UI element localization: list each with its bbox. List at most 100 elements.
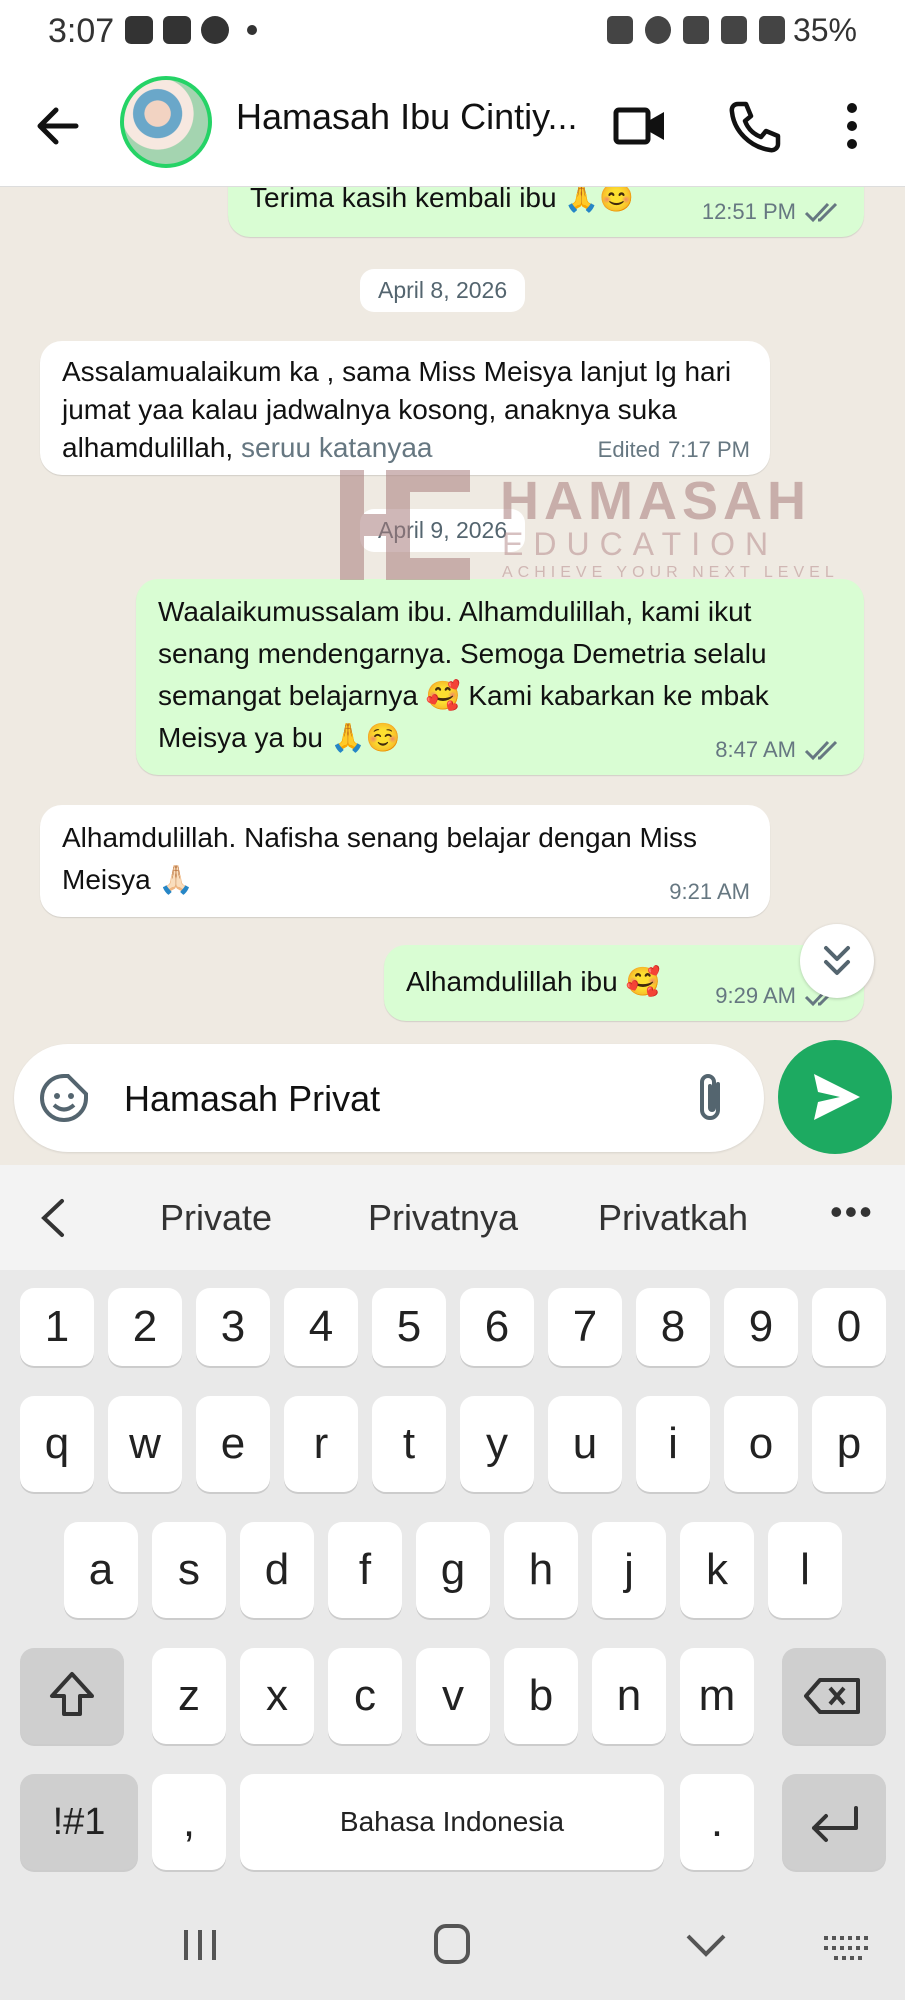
message-text: Terima kasih kembali ibu 🙏😊 — [250, 187, 635, 213]
system-icons — [607, 16, 785, 44]
key[interactable]: i — [636, 1396, 710, 1492]
key[interactable]: m — [680, 1648, 754, 1744]
message-text-tail: seruu katanyaa — [241, 432, 433, 463]
more-options-icon[interactable]: ••• — [830, 1191, 874, 1233]
shift-key[interactable] — [20, 1648, 124, 1744]
key[interactable]: x — [240, 1648, 314, 1744]
enter-icon — [812, 1806, 858, 1842]
message-outgoing[interactable]: Alhamdulillah ibu 🥰 9:29 AM — [384, 945, 864, 1021]
phone-icon[interactable] — [724, 96, 784, 156]
key[interactable]: d — [240, 1522, 314, 1618]
message-meta: Edited 7:17 PM — [598, 437, 750, 463]
scroll-down-icon — [824, 946, 850, 975]
more-vert-icon[interactable] — [820, 96, 884, 156]
keyboard-suggestion-bar: Private Privatnya Privatkah ••• — [0, 1165, 905, 1270]
status-bar: 3:07 35% — [0, 0, 905, 66]
key[interactable]: q — [20, 1396, 94, 1492]
scroll-down-button[interactable] — [800, 924, 874, 998]
key[interactable]: 3 — [196, 1288, 270, 1366]
message-input-value: Hamasah Privat — [124, 1078, 381, 1119]
home-icon[interactable] — [422, 1920, 482, 1970]
message-outgoing[interactable]: Terima kasih kembali ibu 🙏😊 12:51 PM — [228, 187, 864, 237]
mute-icon — [683, 16, 709, 44]
key[interactable]: j — [592, 1522, 666, 1618]
suggestion-word[interactable]: Privatkah — [598, 1197, 748, 1239]
key[interactable]: g — [416, 1522, 490, 1618]
key[interactable]: 8 — [636, 1288, 710, 1366]
backspace-key[interactable] — [782, 1648, 886, 1744]
message-time: 8:47 AM — [715, 737, 796, 762]
recents-icon[interactable] — [170, 1920, 230, 1970]
key[interactable]: 1 — [20, 1288, 94, 1366]
key[interactable]: c — [328, 1648, 402, 1744]
key[interactable]: 7 — [548, 1288, 622, 1366]
space-key[interactable]: Bahasa Indonesia — [240, 1774, 664, 1870]
message-input[interactable]: Hamasah Privat — [14, 1044, 764, 1152]
edited-label: Edited — [597, 437, 661, 462]
message-time: 9:21 AM — [669, 879, 750, 904]
key[interactable]: 9 — [724, 1288, 798, 1366]
system-navigation-bar — [0, 1890, 905, 2000]
double-check-icon — [804, 202, 838, 223]
gallery-icon — [125, 16, 153, 44]
chat-area[interactable]: Terima kasih kembali ibu 🙏😊 12:51 PM Apr… — [0, 187, 905, 1040]
key[interactable]: k — [680, 1522, 754, 1618]
notification-icons — [125, 16, 257, 44]
key[interactable]: w — [108, 1396, 182, 1492]
nav-back-icon[interactable] — [676, 1920, 736, 1970]
chat-title[interactable]: Hamasah Ibu Cintiy... — [236, 96, 586, 138]
back-arrow-icon[interactable] — [30, 94, 90, 158]
message-meta: 8:47 AM — [715, 737, 844, 763]
symbols-key[interactable]: !#1 — [20, 1774, 138, 1870]
message-incoming[interactable]: Alhamdulillah. Nafisha senang belajar de… — [40, 805, 770, 917]
key[interactable]: 2 — [108, 1288, 182, 1366]
message-incoming[interactable]: Assalamualaikum ka , sama Miss Meisya la… — [40, 341, 770, 475]
period-key[interactable]: . — [680, 1774, 754, 1870]
key[interactable]: v — [416, 1648, 490, 1744]
message-time: 9:29 AM — [715, 983, 796, 1008]
attach-icon[interactable] — [684, 1070, 738, 1126]
sticker-icon[interactable] — [36, 1070, 92, 1126]
key[interactable]: n — [592, 1648, 666, 1744]
watermark-subtitle: EDUCATION — [502, 526, 779, 562]
message-text: Waalaikumussalam ibu. Alhamdulillah, kam… — [158, 596, 769, 753]
key[interactable]: z — [152, 1648, 226, 1744]
key[interactable]: 0 — [812, 1288, 886, 1366]
alarm-icon — [645, 16, 671, 44]
key[interactable]: 4 — [284, 1288, 358, 1366]
key[interactable]: l — [768, 1522, 842, 1618]
keyboard-hide-icon[interactable] — [818, 1920, 878, 1970]
shift-icon — [50, 1672, 94, 1716]
comma-key[interactable]: , — [152, 1774, 226, 1870]
more-notifications-dot-icon — [247, 25, 257, 35]
key[interactable]: t — [372, 1396, 446, 1492]
signal-icon — [759, 16, 785, 44]
chevron-left-icon[interactable] — [36, 1195, 70, 1241]
message-meta: 12:51 PM — [702, 199, 844, 225]
watermark-tagline: ACHIEVE YOUR NEXT LEVEL — [502, 564, 839, 581]
double-check-icon — [804, 740, 838, 761]
video-call-icon[interactable] — [610, 96, 670, 156]
key[interactable]: 5 — [372, 1288, 446, 1366]
key[interactable]: e — [196, 1396, 270, 1492]
suggestion-word[interactable]: Private — [160, 1197, 272, 1239]
key[interactable]: y — [460, 1396, 534, 1492]
watermark-logo: HAMASAH EDUCATION ACHIEVE YOUR NEXT LEVE… — [340, 470, 860, 585]
key[interactable]: b — [504, 1648, 578, 1744]
key[interactable]: f — [328, 1522, 402, 1618]
key[interactable]: h — [504, 1522, 578, 1618]
message-outgoing[interactable]: Waalaikumussalam ibu. Alhamdulillah, kam… — [136, 579, 864, 775]
key[interactable]: 6 — [460, 1288, 534, 1366]
date-chip: April 8, 2026 — [360, 269, 526, 312]
key[interactable]: s — [152, 1522, 226, 1618]
key[interactable]: u — [548, 1396, 622, 1492]
key[interactable]: o — [724, 1396, 798, 1492]
key[interactable]: a — [64, 1522, 138, 1618]
send-button[interactable] — [778, 1040, 892, 1154]
enter-key[interactable] — [782, 1774, 886, 1870]
suggestion-word[interactable]: Privatnya — [368, 1197, 518, 1239]
key[interactable]: r — [284, 1396, 358, 1492]
keyboard: 1 2 3 4 5 6 7 8 9 0 q w e r t y u i o p … — [0, 1270, 905, 1890]
key[interactable]: p — [812, 1396, 886, 1492]
avatar[interactable] — [120, 76, 212, 168]
